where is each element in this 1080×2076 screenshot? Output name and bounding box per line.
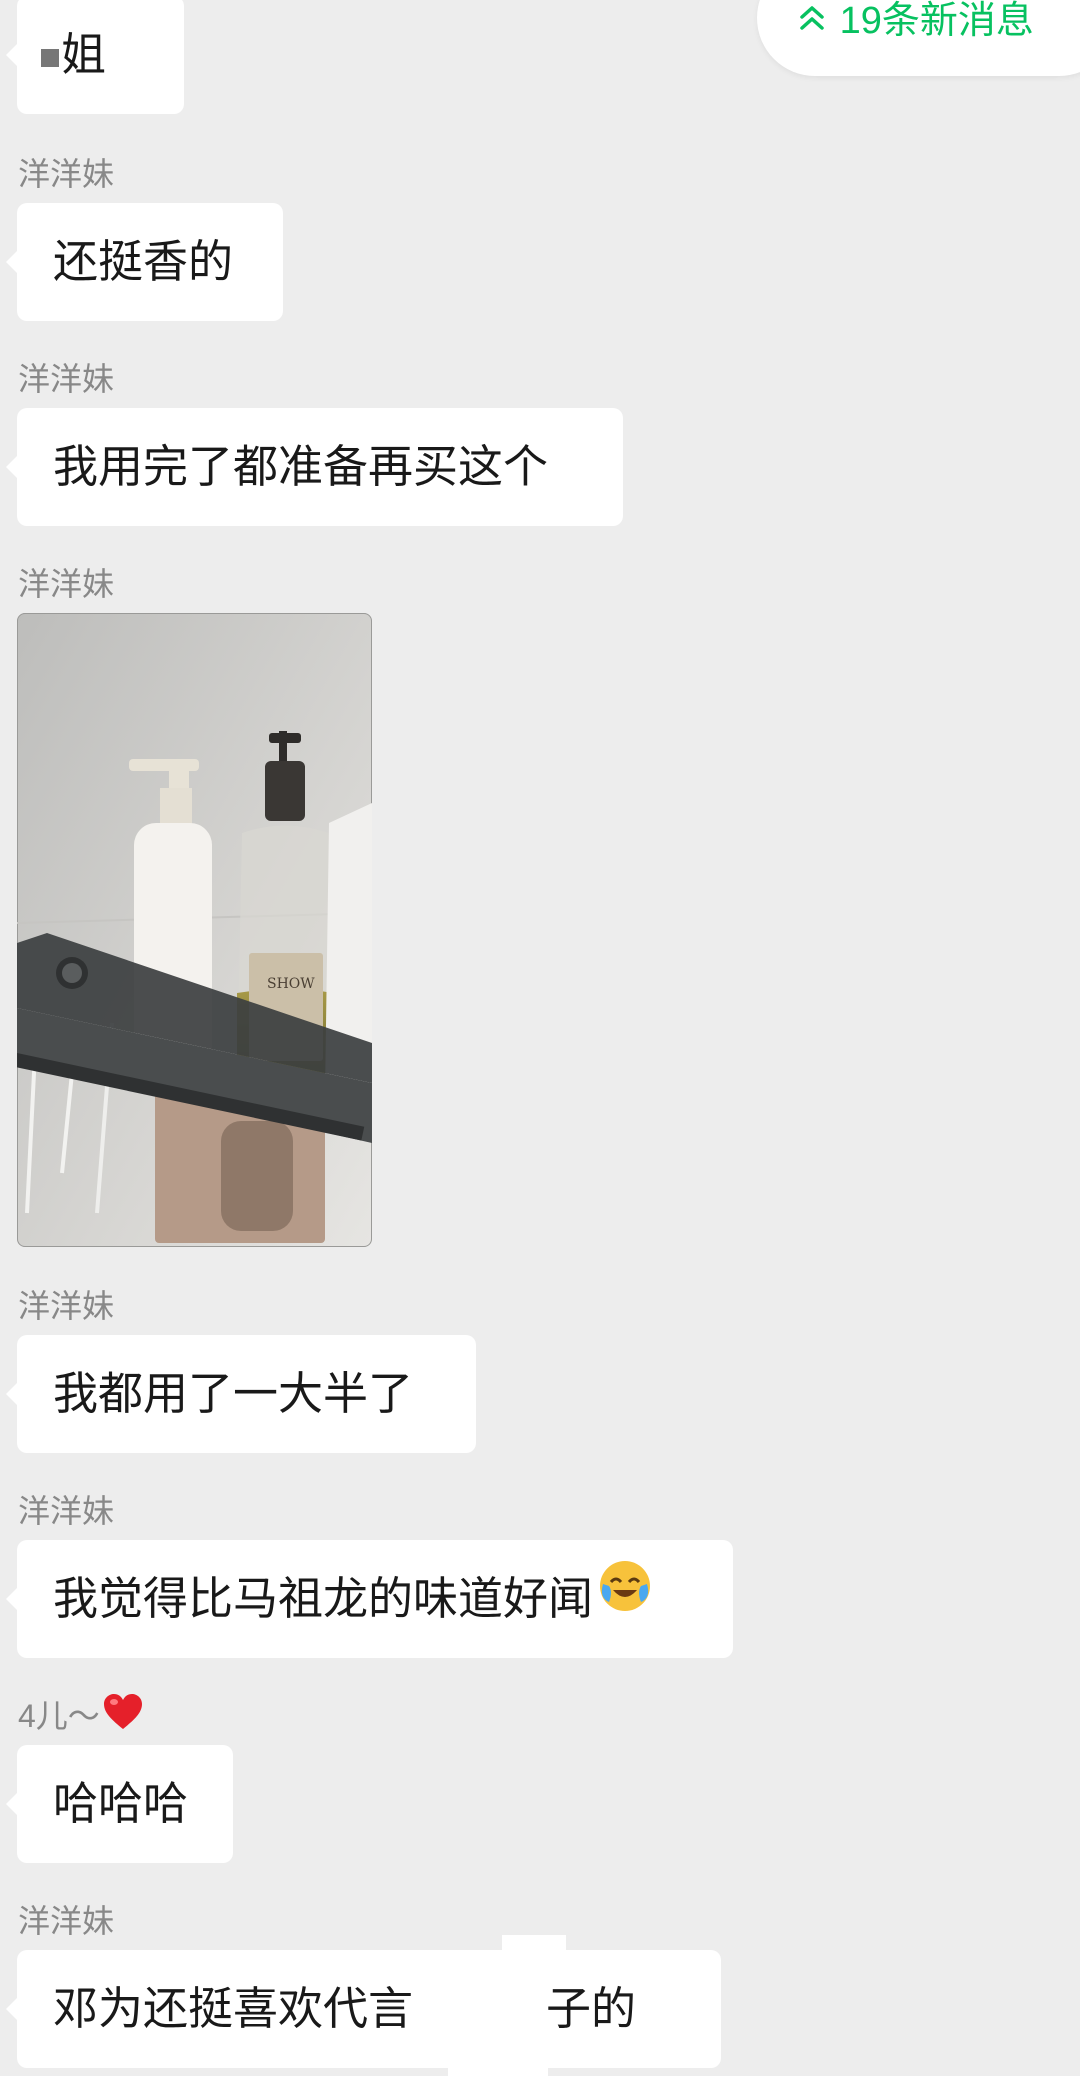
message-bubble[interactable]: 还挺香的 (6, 203, 283, 321)
redaction-patch (448, 1950, 548, 2076)
sender-name: 4儿～ (18, 1694, 144, 1736)
sender-name: 洋洋妹 (18, 566, 115, 602)
sender-name: 洋洋妹 (18, 1903, 115, 1939)
chat-message-list[interactable]: 姐 洋洋妹 还挺香的 洋洋妹 我用完了都准备再买这个 洋洋妹 SHOW 洋洋妹 … (0, 0, 1080, 2076)
message-bubble[interactable]: 我都用了一大半了 (6, 1335, 476, 1453)
image-message[interactable]: SHOW (17, 613, 372, 1247)
message-text: 邓为还挺喜欢代言 (53, 1983, 414, 2034)
new-messages-label: 19条新消息 (839, 0, 1034, 42)
sender-name: 洋洋妹 (18, 1288, 115, 1324)
redaction-patch (502, 1935, 566, 1957)
svg-text:SHOW: SHOW (267, 976, 315, 992)
message-text: 哈哈哈 (53, 1778, 189, 1829)
red-heart-icon (102, 1692, 144, 1741)
message-bubble[interactable]: 哈哈哈 (6, 1745, 233, 1863)
sender-name: 洋洋妹 (18, 361, 115, 397)
message-text: 我都用了一大半了 (53, 1368, 414, 1419)
message-bubble[interactable]: 姐 (6, 0, 184, 114)
message-text: 还挺香的 (53, 236, 234, 287)
message-bubble[interactable]: 我觉得比马祖龙的味道好闻 (6, 1540, 733, 1658)
message-text: 我觉得比马祖龙的味道好闻 (53, 1573, 594, 1624)
crying-laughing-emoji-icon (597, 1540, 653, 1658)
bathroom-shelf-photo: SHOW (17, 613, 372, 1247)
sender-name: 洋洋妹 (18, 1493, 115, 1529)
message-text: 我用完了都准备再买这个 (53, 441, 549, 492)
new-messages-button[interactable]: 19条新消息 (757, 0, 1080, 76)
message-bubble[interactable]: 邓为还挺喜欢代言 牌子的 (6, 1950, 721, 2068)
double-chevron-up-icon (799, 0, 829, 42)
message-bubble[interactable]: 我用完了都准备再买这个 (6, 408, 623, 526)
sender-name-text: 4儿～ (18, 1698, 100, 1734)
sender-name: 洋洋妹 (18, 156, 115, 192)
redacted-text-icon (41, 49, 59, 68)
message-text: 姐 (61, 29, 107, 80)
